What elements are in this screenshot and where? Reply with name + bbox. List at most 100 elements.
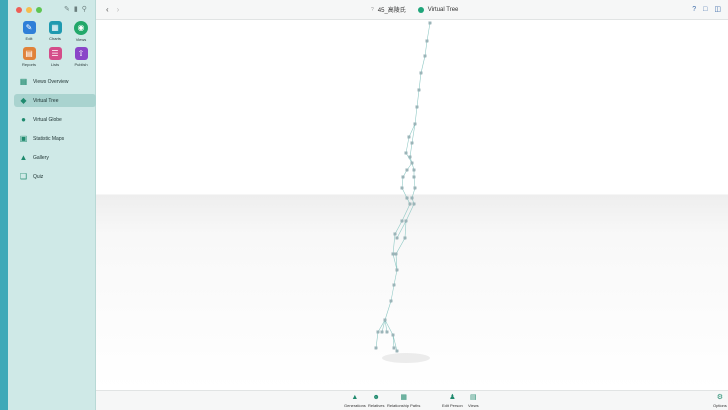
person-node[interactable] xyxy=(393,232,397,236)
tree-edge xyxy=(418,72,422,91)
nav-item-label: Statistic Maps xyxy=(33,135,65,142)
person-node[interactable] xyxy=(383,318,387,322)
nav-item-gallery[interactable]: ▲ Gallery xyxy=(14,151,96,164)
nav-item-statistic-maps[interactable]: ▣ Statistic Maps xyxy=(14,132,96,145)
sidebar-toggle-icon[interactable]: ◫ xyxy=(714,5,721,14)
minimize-window-button[interactable] xyxy=(26,7,32,13)
person-node[interactable] xyxy=(428,21,432,25)
person-node[interactable] xyxy=(403,236,407,240)
charts-icon: ▦ xyxy=(48,21,62,34)
maximize-window-button[interactable] xyxy=(36,7,42,13)
toolbar-label: Generations xyxy=(344,403,366,408)
person-node[interactable] xyxy=(395,236,399,240)
app-views-button[interactable]: ◉ Views xyxy=(69,21,93,42)
tree-edge xyxy=(404,220,407,239)
person-node[interactable] xyxy=(394,252,398,256)
person-node[interactable] xyxy=(408,155,412,159)
help-button[interactable]: ? xyxy=(692,5,696,14)
person-node[interactable] xyxy=(410,161,414,165)
person-node[interactable] xyxy=(405,196,409,200)
relatives-button[interactable]: ☻ Relatives xyxy=(368,394,384,408)
tree-edge xyxy=(426,22,431,42)
person-node[interactable] xyxy=(413,186,417,190)
person-node[interactable] xyxy=(392,346,396,350)
person-node[interactable] xyxy=(380,330,384,334)
globe-icon: ● xyxy=(21,115,26,124)
app-label: Charts xyxy=(49,36,61,41)
person-node[interactable] xyxy=(412,168,416,172)
nav-item-label: Virtual Globe xyxy=(33,116,62,123)
person-node[interactable] xyxy=(374,346,378,350)
person-node[interactable] xyxy=(417,88,421,92)
person-node[interactable] xyxy=(412,202,416,206)
person-node[interactable] xyxy=(376,330,380,334)
title-bar: ‹ › ? 45_高陵氏 Virtual Tree ? □ ◫ xyxy=(96,0,728,20)
tree-edge xyxy=(414,106,418,125)
virtual-tree-viewport[interactable] xyxy=(96,20,728,390)
app-charts-button[interactable]: ▦ Charts xyxy=(43,21,67,42)
tree-edge xyxy=(401,187,408,199)
person-node[interactable] xyxy=(400,186,404,190)
grid-icon: ▦ xyxy=(19,77,28,86)
app-reports-button[interactable]: ▤ Reports xyxy=(17,47,41,67)
main-content: ‹ › ? 45_高陵氏 Virtual Tree ? □ ◫ ▲ Genera… xyxy=(96,0,728,410)
window-title: ? 45_高陵氏 Virtual Tree xyxy=(371,5,458,14)
nav-item-virtual-tree[interactable]: ◆ Virtual Tree xyxy=(14,94,96,107)
app-label: Reports xyxy=(21,62,36,67)
person-node[interactable] xyxy=(395,349,399,353)
person-node[interactable] xyxy=(419,71,423,75)
nav-item-views-overview[interactable]: ▦ Views Overview xyxy=(14,75,96,88)
options-button[interactable]: ⚙ Options xyxy=(713,394,727,408)
generations-button[interactable]: ▲ Generations xyxy=(344,394,366,408)
person-node[interactable] xyxy=(410,196,414,200)
person-node[interactable] xyxy=(404,219,408,223)
window-icon[interactable]: □ xyxy=(703,5,707,14)
person-node[interactable] xyxy=(408,202,412,206)
app-lists-button[interactable]: ☰ Lists xyxy=(43,47,67,67)
person-node[interactable] xyxy=(392,283,396,287)
person-node[interactable] xyxy=(400,219,404,223)
toolbar-label: Relatives xyxy=(368,403,385,408)
tree-edge xyxy=(405,203,415,222)
person-node[interactable] xyxy=(389,299,393,303)
person-node[interactable] xyxy=(405,168,409,172)
relationship-paths-button[interactable]: ▦ Relationship Paths xyxy=(387,394,420,408)
person-node[interactable] xyxy=(401,175,405,179)
nav-item-label: Virtual Tree xyxy=(33,97,59,104)
person-node[interactable] xyxy=(410,141,414,145)
person-node[interactable] xyxy=(415,105,419,109)
quiz-icon: ❑ xyxy=(19,172,28,181)
person-node[interactable] xyxy=(407,135,411,139)
nav-item-virtual-globe[interactable]: ● Virtual Globe xyxy=(14,113,96,126)
app-publish-button[interactable]: ⇧ Publish xyxy=(69,47,93,67)
person-node[interactable] xyxy=(423,54,427,58)
person-node[interactable] xyxy=(413,122,417,126)
person-node[interactable] xyxy=(391,333,395,337)
file-name[interactable]: 45_高陵氏 xyxy=(378,5,406,14)
person-node[interactable] xyxy=(404,151,408,155)
toolbar-label: Options xyxy=(713,403,727,408)
tree-edge xyxy=(396,220,407,239)
app-edit-button[interactable]: ✎ Edit xyxy=(17,21,41,42)
edit-person-button[interactable]: ♟ Edit Person xyxy=(442,394,463,408)
views-button[interactable]: ▤ Views xyxy=(468,394,479,408)
person-node[interactable] xyxy=(391,252,395,256)
tree-edge xyxy=(395,237,406,255)
person-node[interactable] xyxy=(395,268,399,272)
tree-edge xyxy=(377,319,386,333)
tree-edge xyxy=(390,284,395,302)
person-node[interactable] xyxy=(412,175,416,179)
bookmark-icon[interactable]: ▮ xyxy=(74,5,78,14)
tree-edge xyxy=(405,136,410,154)
person-node[interactable] xyxy=(425,39,429,43)
close-window-button[interactable] xyxy=(16,7,22,13)
forward-button[interactable]: › xyxy=(117,5,120,15)
back-button[interactable]: ‹ xyxy=(106,5,109,15)
tree-canvas[interactable] xyxy=(96,20,728,390)
nav-item-quiz[interactable]: ❑ Quiz xyxy=(14,170,96,183)
nav-item-label: Views Overview xyxy=(33,78,69,85)
tree-edge xyxy=(393,269,398,286)
search-icon[interactable]: ⚲ xyxy=(82,5,87,14)
person-node[interactable] xyxy=(385,330,389,334)
attach-icon[interactable]: ✎ xyxy=(64,5,70,14)
